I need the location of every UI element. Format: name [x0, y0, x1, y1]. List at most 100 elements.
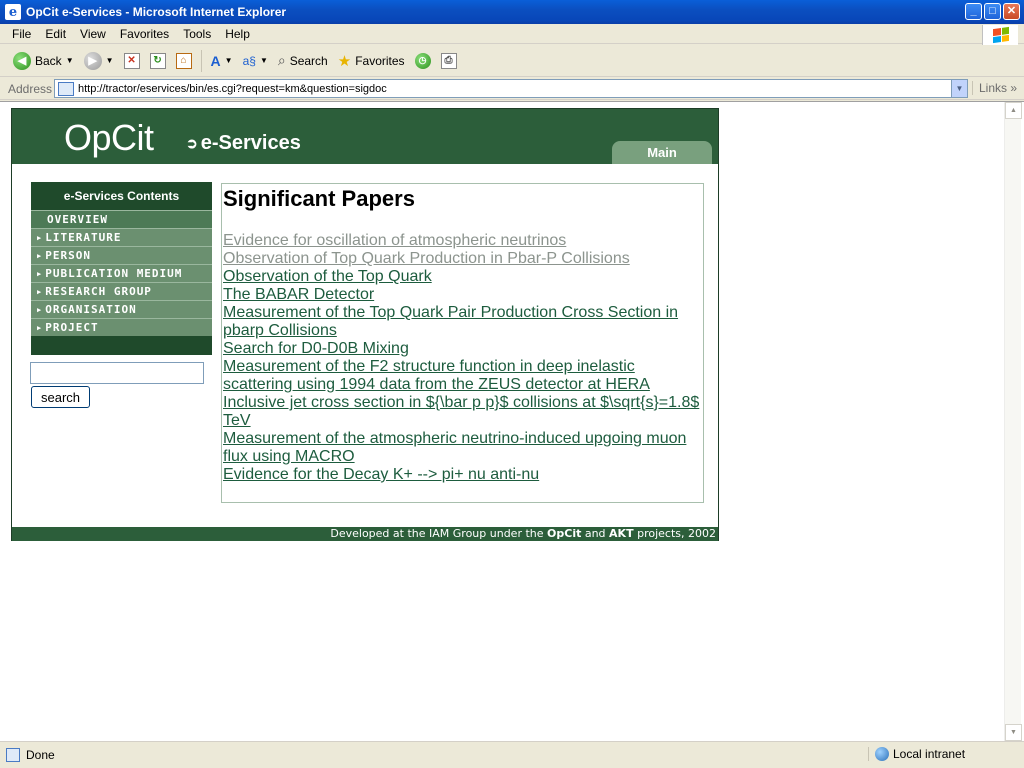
- list-item: The BABAR Detector: [223, 286, 701, 304]
- search-submit-button[interactable]: search: [31, 386, 90, 408]
- address-input[interactable]: http://tractor/eservices/bin/es.cgi?requ…: [54, 79, 968, 98]
- sidebar-item-label: RESEARCH GROUP: [45, 285, 152, 298]
- paper-link[interactable]: Search for D0-D0B Mixing: [223, 340, 409, 357]
- address-bar: Address http://tractor/eservices/bin/es.…: [0, 78, 1024, 100]
- chevron-down-icon[interactable]: ▼: [106, 56, 114, 65]
- font-size-button[interactable]: A ▼: [206, 48, 238, 74]
- address-url: http://tractor/eservices/bin/es.cgi?requ…: [78, 82, 387, 95]
- list-item: Measurement of the F2 structure function…: [223, 358, 701, 394]
- stop-button[interactable]: ✕: [119, 48, 145, 74]
- sidebar-item-label: OVERVIEW: [47, 213, 108, 226]
- vertical-scrollbar[interactable]: ▲ ▼: [1004, 102, 1022, 741]
- paper-link[interactable]: Measurement of the F2 structure function…: [223, 358, 650, 393]
- search-button[interactable]: ⌕ Search: [273, 48, 333, 74]
- search-icon: ⌕: [277, 52, 286, 68]
- forward-button[interactable]: ▶ ▼: [79, 48, 119, 74]
- sidebar-item-literature[interactable]: ▶ LITERATURE: [31, 228, 212, 246]
- scroll-down-icon[interactable]: ▼: [1005, 724, 1022, 741]
- sidebar-item-label: PROJECT: [45, 321, 99, 334]
- contents-sidebar: e-Services Contents OVERVIEW ▶ LITERATURE ▶…: [31, 182, 212, 355]
- page-icon: [6, 748, 20, 762]
- browser-viewport: OpCit ➲ e-Services Main e-Services Conte…: [0, 101, 1024, 741]
- site-subtitle: ➲ e-Services: [186, 132, 301, 154]
- encoding-icon: a§: [242, 53, 256, 68]
- eservices-page: OpCit ➲ e-Services Main e-Services Conte…: [11, 108, 719, 541]
- sidebar-item-label: LITERATURE: [45, 231, 122, 244]
- list-item: Inclusive jet cross section in ${\bar p …: [223, 394, 701, 430]
- list-item: Observation of the Top Quark: [223, 268, 701, 286]
- menu-file[interactable]: File: [0, 27, 38, 41]
- paper-list: Evidence for oscillation of atmospheric …: [223, 232, 701, 484]
- windows-logo-icon: [982, 25, 1018, 45]
- sidebar-item-organisation[interactable]: ▶ ORGANISATION: [31, 300, 212, 318]
- favorites-button[interactable]: ★ Favorites: [333, 48, 410, 74]
- sidebar-heading: e-Services Contents: [31, 182, 212, 210]
- print-button[interactable]: ⎙: [436, 48, 462, 74]
- tab-main[interactable]: Main: [612, 141, 712, 164]
- intranet-icon: [875, 747, 889, 761]
- site-banner: OpCit ➲ e-Services Main: [12, 109, 718, 164]
- ie-icon: e: [5, 4, 21, 20]
- links-button[interactable]: Links »: [972, 81, 1017, 95]
- triangle-right-icon: ▶: [37, 269, 43, 278]
- address-label: Address: [8, 81, 53, 96]
- chevron-down-icon[interactable]: ▼: [225, 56, 233, 65]
- triangle-right-icon: ▶: [37, 305, 43, 314]
- stop-icon: ✕: [123, 52, 140, 69]
- encoding-button[interactable]: a§ ▼: [238, 48, 273, 74]
- refresh-button[interactable]: ↻: [145, 48, 171, 74]
- significant-papers-panel: Significant Papers Evidence for oscillat…: [221, 183, 704, 503]
- refresh-icon: ↻: [149, 52, 166, 69]
- printer-icon: ⎙: [440, 52, 457, 69]
- paper-link[interactable]: Observation of Top Quark Production in P…: [223, 250, 630, 267]
- sidebar-item-project[interactable]: ▶ PROJECT: [31, 318, 212, 336]
- sidebar-item-label: PUBLICATION MEDIUM: [45, 267, 183, 280]
- paper-link[interactable]: Evidence for the Decay K+ --> pi+ nu ant…: [223, 466, 539, 483]
- close-button[interactable]: ✕: [1003, 3, 1020, 20]
- address-dropdown-button[interactable]: ▼: [951, 80, 967, 97]
- sidebar-item-publication-medium[interactable]: ▶ PUBLICATION MEDIUM: [31, 264, 212, 282]
- triangle-right-icon: ▶: [37, 323, 43, 332]
- list-item: Evidence for oscillation of atmospheric …: [223, 232, 701, 250]
- status-text: Done: [26, 748, 55, 762]
- sidebar-item-overview[interactable]: OVERVIEW: [31, 210, 212, 228]
- sidebar-item-person[interactable]: ▶ PERSON: [31, 246, 212, 264]
- minimize-button[interactable]: _: [965, 3, 982, 20]
- home-icon: ⌂: [175, 52, 192, 69]
- back-button[interactable]: ◀ Back ▼: [8, 48, 79, 74]
- sidebar-item-research-group[interactable]: ▶ RESEARCH GROUP: [31, 282, 212, 300]
- triangle-right-icon: ▶: [37, 251, 43, 260]
- list-item: Evidence for the Decay K+ --> pi+ nu ant…: [223, 466, 701, 484]
- search-input[interactable]: [30, 362, 204, 384]
- page-title: Significant Papers: [223, 186, 415, 211]
- paper-link[interactable]: Measurement of the Top Quark Pair Produc…: [223, 304, 678, 339]
- menu-view[interactable]: View: [73, 27, 113, 41]
- page-icon: [58, 81, 74, 96]
- window-title-bar: e OpCit e-Services - Microsoft Internet …: [0, 0, 1024, 24]
- paper-link[interactable]: Inclusive jet cross section in ${\bar p …: [223, 394, 699, 429]
- site-logo: OpCit: [64, 117, 154, 158]
- menu-help[interactable]: Help: [218, 27, 257, 41]
- menu-bar: File Edit View Favorites Tools Help: [0, 24, 1024, 45]
- paper-link[interactable]: Observation of the Top Quark: [223, 268, 432, 285]
- status-bar: Done Local intranet: [0, 741, 1024, 768]
- home-button[interactable]: ⌂: [171, 48, 197, 74]
- paper-link[interactable]: Measurement of the atmospheric neutrino-…: [223, 430, 686, 465]
- chevron-down-icon[interactable]: ▼: [66, 56, 74, 65]
- triangle-right-icon: ▶: [37, 287, 43, 296]
- standard-toolbar: ◀ Back ▼ ▶ ▼ ✕ ↻ ⌂ A ▼ a§ ▼ ⌕ Search ★ F…: [0, 45, 1024, 77]
- paper-link[interactable]: The BABAR Detector: [223, 286, 374, 303]
- arrow-icon: ➲: [186, 135, 198, 151]
- history-icon: ◷: [414, 52, 431, 69]
- page-footer: Developed at the IAM Group under the OpC…: [12, 527, 718, 541]
- chevron-down-icon[interactable]: ▼: [260, 56, 268, 65]
- menu-tools[interactable]: Tools: [176, 27, 218, 41]
- font-icon: A: [210, 52, 221, 69]
- menu-favorites[interactable]: Favorites: [113, 27, 176, 41]
- menu-edit[interactable]: Edit: [38, 27, 73, 41]
- security-zone: Local intranet: [868, 747, 965, 761]
- history-button[interactable]: ◷: [410, 48, 436, 74]
- maximize-button[interactable]: □: [984, 3, 1001, 20]
- paper-link[interactable]: Evidence for oscillation of atmospheric …: [223, 232, 566, 249]
- scroll-up-icon[interactable]: ▲: [1005, 102, 1022, 119]
